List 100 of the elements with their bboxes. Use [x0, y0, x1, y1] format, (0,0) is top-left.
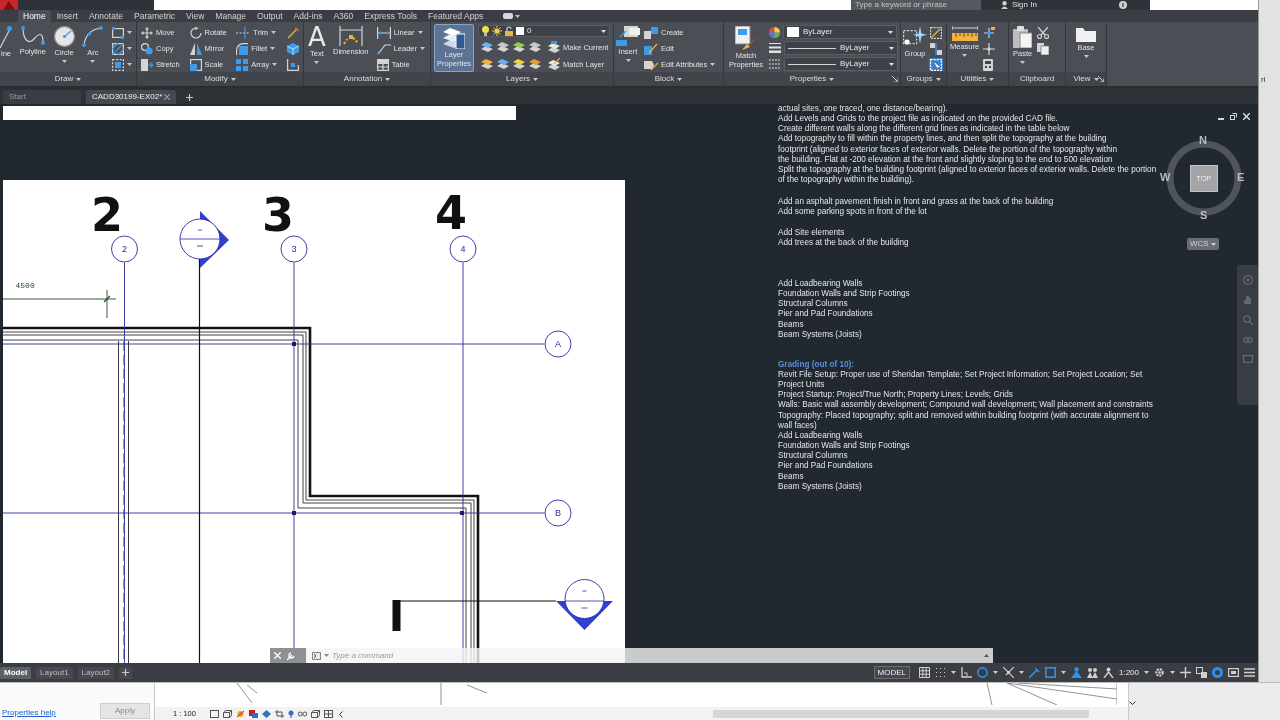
close-button[interactable] [1243, 113, 1250, 120]
compass-letter[interactable]: E [1237, 171, 1245, 183]
rounded-corner-icon [236, 42, 249, 55]
stretch-box-icon [141, 58, 153, 71]
status-toggle-button[interactable] [1044, 667, 1056, 678]
dialog-launcher-button[interactable] [1098, 76, 1104, 82]
status-toggle-button[interactable] [918, 667, 930, 678]
layer-tool-button[interactable] [513, 58, 525, 70]
panel-title-button[interactable]: Utilities [960, 72, 995, 86]
status-toggle-button[interactable] [1244, 668, 1255, 677]
compass-letter[interactable]: W [1160, 171, 1171, 183]
layer-tool-button[interactable] [481, 58, 493, 70]
panel-title-button[interactable]: Draw [54, 72, 82, 86]
new-layout-button[interactable] [119, 666, 133, 679]
ribbon-button[interactable] [929, 42, 943, 55]
dialog-launcher-button[interactable] [892, 76, 898, 82]
status-toggle-button[interactable] [1228, 667, 1239, 678]
ribbon-tab[interactable]: Featured Apps [423, 10, 489, 22]
layout-tab[interactable]: Layout2 [77, 666, 115, 679]
status-toggle-button[interactable] [1028, 667, 1040, 678]
layer-dropdown[interactable]: 0 [478, 25, 610, 37]
ribbon-tab[interactable]: Output [252, 10, 288, 22]
layer-tool-button[interactable] [497, 58, 509, 70]
ribbon-button[interactable] [982, 26, 997, 39]
ribbon-tab[interactable]: Insert [51, 10, 83, 22]
magnifier-icon [1242, 315, 1253, 325]
status-toggle-button[interactable] [1196, 667, 1207, 678]
drawing-area[interactable] [0, 104, 1258, 663]
compass-letter[interactable]: N [1199, 134, 1207, 146]
ribbon-button[interactable] [110, 42, 133, 55]
status-toggle-button[interactable] [960, 667, 972, 678]
ribbon-tab[interactable]: Add-ins [288, 10, 328, 22]
panel-title-button[interactable]: Block [654, 72, 683, 86]
sign-in-button[interactable]: Sign In [1012, 0, 1037, 10]
ribbon-button[interactable] [1036, 26, 1051, 39]
layer-tool-button[interactable] [529, 58, 541, 70]
layout-tab[interactable]: Model [0, 666, 32, 679]
customize-button[interactable] [287, 651, 295, 660]
panel-title-button[interactable]: Properties [789, 72, 835, 86]
ribbon-tab[interactable]: Manage [210, 10, 252, 22]
ribbon-button[interactable] [286, 42, 300, 55]
command-line-field[interactable]: Type a command [306, 648, 993, 663]
layer-tool-button[interactable] [497, 41, 509, 53]
file-tab[interactable]: CADD30199-EX02* [86, 90, 176, 104]
ribbon-button[interactable] [286, 58, 300, 71]
model-space-button[interactable]: MODEL [873, 666, 910, 679]
annotation-scale-button[interactable]: 1:200 [1118, 666, 1139, 679]
ucs-menu-button[interactable]: WCS [1187, 238, 1219, 250]
restore-button[interactable] [1230, 113, 1237, 120]
ribbon-button[interactable] [110, 58, 133, 71]
ribbon-tab[interactable]: View [181, 10, 210, 22]
scrollbar-track[interactable] [712, 710, 1089, 718]
file-tab[interactable]: Start [3, 90, 81, 104]
color-swatch-icon [787, 27, 799, 37]
ribbon-button[interactable] [982, 42, 997, 55]
ribbon-tab[interactable]: A360 [328, 10, 359, 22]
note-paragraph: Add some parking spots in front of the lot [778, 207, 928, 218]
status-toggle-button[interactable] [934, 667, 946, 678]
ribbon-tab[interactable]: Parametric [129, 10, 181, 22]
command-input[interactable]: Type a command [332, 649, 981, 662]
ribbon-tab[interactable]: Express Tools [359, 10, 423, 22]
circle-icon [53, 26, 75, 47]
line-sample-icon [788, 47, 836, 49]
help-link[interactable]: Properties help [2, 708, 56, 718]
search-field[interactable]: Type a keyword or phrase [851, 0, 981, 10]
layer-tool-button[interactable] [481, 41, 493, 53]
layer-tool-button[interactable] [529, 41, 541, 53]
ribbon-button[interactable] [1036, 42, 1051, 55]
panel-title-button[interactable]: Annotation [343, 72, 391, 86]
status-toggle-button[interactable] [976, 667, 988, 678]
status-toggle-button[interactable] [1180, 667, 1191, 678]
status-toggle-button[interactable] [1086, 667, 1098, 678]
layer-tool-button[interactable] [513, 41, 525, 53]
layer-icon [513, 41, 525, 53]
close-tab-button[interactable] [164, 94, 170, 100]
ribbon-button[interactable] [929, 26, 943, 39]
ribbon-button[interactable] [286, 26, 300, 39]
ribbon-tab[interactable]: Annotate [83, 10, 128, 22]
panel-title-button[interactable]: Layers [506, 72, 538, 86]
compass-letter[interactable]: S [1200, 209, 1208, 221]
cursor-box-icon [930, 58, 942, 71]
ribbon-tab[interactable]: Home [18, 10, 51, 22]
line-icon [0, 26, 12, 48]
status-toggle-button[interactable] [1212, 667, 1223, 678]
property-dropdown[interactable]: ByLayer [784, 41, 898, 55]
ribbon-toggle-button[interactable] [501, 10, 523, 22]
panel-title-button[interactable]: Modify [204, 72, 236, 86]
status-toggle-button[interactable] [1070, 667, 1082, 678]
status-toggle-button[interactable] [1102, 667, 1114, 678]
property-dropdown[interactable]: ByLayer [783, 25, 897, 39]
panel-title-button[interactable]: Clipboard [1019, 72, 1055, 86]
grid-icon [918, 667, 930, 678]
panel-title-button[interactable]: View [1073, 72, 1099, 86]
property-dropdown[interactable]: ByLayer [784, 57, 898, 71]
status-toggle-button[interactable] [1154, 667, 1165, 678]
ribbon-button[interactable] [110, 26, 133, 39]
layout-tab[interactable]: Layout1 [36, 666, 73, 679]
status-toggle-button[interactable] [1002, 667, 1014, 678]
panel-title-button[interactable]: Groups [906, 72, 941, 86]
mirrored-triangles-icon [189, 42, 202, 55]
